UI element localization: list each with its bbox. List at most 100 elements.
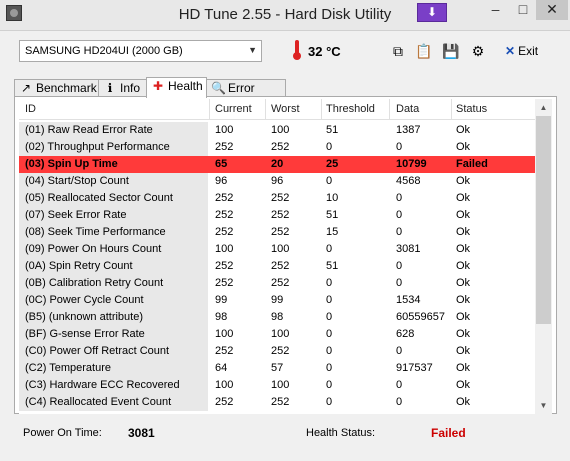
tab-health[interactable]: ✚ Health: [146, 77, 207, 98]
status-bar: Power On Time: 3081 Health Status: Faile…: [0, 414, 570, 461]
cell-worst: 252: [271, 396, 290, 408]
chevron-down-icon: ▼: [248, 45, 257, 55]
cell-current: 98: [215, 311, 228, 323]
cell-id: (05) Reallocated Sector Count: [25, 192, 173, 204]
cell-status: Ok: [456, 243, 471, 255]
cell-worst: 252: [271, 277, 290, 289]
cell-id: (03) Spin Up Time: [25, 158, 118, 170]
cell-current: 100: [215, 243, 234, 255]
table-row[interactable]: (07) Seek Error Rate 252 252 51 0 Ok: [19, 207, 535, 224]
cell-worst: 252: [271, 226, 290, 238]
tab-error-scan[interactable]: 🔍Error Scan: [206, 79, 286, 111]
column-header-threshold[interactable]: Threshold: [326, 103, 375, 115]
close-button[interactable]: ✕: [536, 0, 568, 20]
health-status-label: Health Status:: [306, 427, 376, 439]
cell-data: 0: [396, 192, 403, 204]
cell-current: 252: [215, 345, 234, 357]
tab-label: Health: [168, 79, 203, 93]
cell-worst: 252: [271, 345, 290, 357]
table-row[interactable]: (0A) Spin Retry Count 252 252 51 0 Ok: [19, 258, 535, 275]
cell-status: Ok: [456, 226, 471, 238]
cell-status: Ok: [456, 362, 471, 374]
table-row[interactable]: (BF) G-sense Error Rate 100 100 0 628 Ok: [19, 326, 535, 343]
cell-threshold: 0: [326, 243, 333, 255]
cell-data: 917537: [396, 362, 433, 374]
table-row[interactable]: (C4) Reallocated Event Count 252 252 0 0 Ok: [19, 394, 535, 411]
cell-threshold: 0: [326, 328, 333, 340]
temperature-value: 32 °C: [308, 44, 341, 59]
maximize-button[interactable]: □: [510, 0, 536, 20]
exit-icon: ✕: [505, 44, 516, 58]
save-icon[interactable]: 💾: [442, 43, 460, 60]
health-status-value: Failed: [431, 426, 466, 440]
table-row[interactable]: (04) Start/Stop Count 96 96 0 4568 Ok: [19, 173, 535, 190]
cell-worst: 100: [271, 124, 290, 136]
exit-button[interactable]: ✕ Exit: [505, 44, 538, 58]
column-header-id[interactable]: ID: [25, 103, 36, 115]
cell-data: 1387: [396, 124, 421, 136]
cell-threshold: 0: [326, 362, 333, 374]
table-header: ID Current Worst Threshold Data Status: [19, 99, 535, 120]
options-icon[interactable]: ⚙: [469, 43, 487, 60]
cell-id: (0A) Spin Retry Count: [25, 260, 133, 272]
cell-id: (0C) Power Cycle Count: [25, 294, 144, 306]
title-bar: ⬇ HD Tune 2.55 - Hard Disk Utility – □ ✕: [0, 0, 570, 31]
table-row[interactable]: (0C) Power Cycle Count 99 99 0 1534 Ok: [19, 292, 535, 309]
cell-worst: 252: [271, 260, 290, 272]
table-row[interactable]: (09) Power On Hours Count 100 100 0 3081 Ok: [19, 241, 535, 258]
cell-threshold: 51: [326, 209, 339, 221]
smart-table: ID Current Worst Threshold Data Status (…: [19, 99, 535, 414]
table-row[interactable]: (C3) Hardware ECC Recovered 100 100 0 0 Ok: [19, 377, 535, 394]
cell-current: 100: [215, 328, 234, 340]
cell-current: 252: [215, 226, 234, 238]
clipboard-icon[interactable]: 📋: [415, 43, 433, 60]
column-header-current[interactable]: Current: [215, 103, 252, 115]
cell-data: 0: [396, 260, 403, 272]
drive-select[interactable]: SAMSUNG HD204UI (2000 GB) ▼: [19, 40, 262, 62]
cell-status: Ok: [456, 294, 471, 306]
cell-worst: 252: [271, 141, 290, 153]
scroll-thumb[interactable]: [536, 116, 551, 324]
tab-info[interactable]: ℹ Info: [98, 79, 147, 97]
table-row[interactable]: (0B) Calibration Retry Count 252 252 0 0 Ok: [19, 275, 535, 292]
cell-status: Ok: [456, 277, 471, 289]
cell-worst: 252: [271, 192, 290, 204]
cell-worst: 100: [271, 379, 290, 391]
table-row[interactable]: (08) Seek Time Performance 252 252 15 0 Ok: [19, 224, 535, 241]
cell-threshold: 0: [326, 277, 333, 289]
cell-data: 0: [396, 379, 403, 391]
cell-id: (0B) Calibration Retry Count: [25, 277, 164, 289]
vertical-scrollbar[interactable]: ▲ ▼: [535, 99, 552, 414]
cell-data: 60559657: [396, 311, 445, 323]
search-icon: 🔍: [211, 81, 226, 95]
info-icon: ℹ: [107, 81, 113, 95]
table-row[interactable]: (C2) Temperature 64 57 0 917537 Ok: [19, 360, 535, 377]
scroll-up-icon[interactable]: ▲: [535, 99, 552, 116]
cell-threshold: 51: [326, 260, 339, 272]
column-header-status[interactable]: Status: [456, 103, 487, 115]
cell-threshold: 25: [326, 158, 339, 170]
table-row[interactable]: (03) Spin Up Time 65 20 25 10799 Failed: [19, 156, 535, 173]
scroll-down-icon[interactable]: ▼: [535, 397, 552, 414]
cell-worst: 252: [271, 209, 290, 221]
tab-benchmark[interactable]: ↗ Benchmark: [14, 79, 99, 97]
thermometer-icon: [293, 40, 301, 60]
cell-data: 1534: [396, 294, 421, 306]
benchmark-icon: ↗: [20, 81, 32, 95]
minimize-button[interactable]: –: [481, 0, 510, 20]
cell-data: 0: [396, 141, 403, 153]
cell-current: 96: [215, 175, 228, 187]
cell-status: Ok: [456, 345, 471, 357]
table-row[interactable]: (05) Reallocated Sector Count 252 252 10 0 Ok: [19, 190, 535, 207]
cell-id: (BF) G-sense Error Rate: [25, 328, 145, 340]
copy-icon[interactable]: ⧉: [389, 43, 407, 60]
table-row[interactable]: (01) Raw Read Error Rate 100 100 51 1387 Ok: [19, 122, 535, 139]
table-row[interactable]: (B5) (unknown attribute) 98 98 0 60559657 Ok: [19, 309, 535, 326]
cell-data: 0: [396, 396, 403, 408]
table-row[interactable]: (C0) Power Off Retract Count 252 252 0 0 Ok: [19, 343, 535, 360]
cell-threshold: 51: [326, 124, 339, 136]
column-header-data[interactable]: Data: [396, 103, 419, 115]
cell-status: Ok: [456, 396, 471, 408]
table-row[interactable]: (02) Throughput Performance 252 252 0 0 Ok: [19, 139, 535, 156]
column-header-worst[interactable]: Worst: [271, 103, 300, 115]
